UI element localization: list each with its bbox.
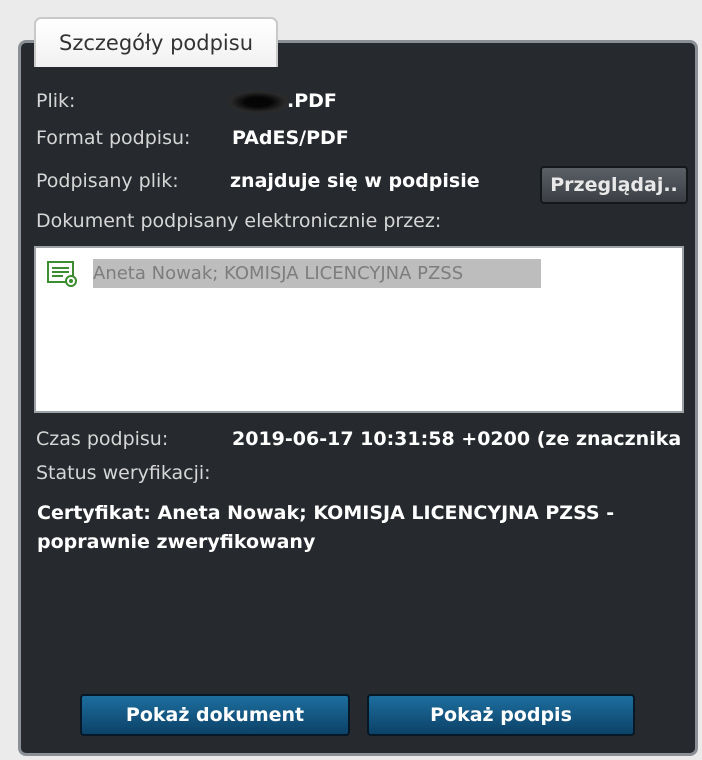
redacted-filename: [228, 91, 288, 113]
show-signature-button[interactable]: Pokaż podpis: [367, 694, 635, 736]
file-label: Plik:: [36, 90, 76, 112]
browse-button[interactable]: Przeglądaj..: [540, 166, 688, 204]
time-value: 2019-06-17 10:31:58 +0200 (ze znacznika: [232, 428, 682, 450]
signed-by-label: Dokument podpisany elektronicznie przez:: [36, 210, 442, 232]
verification-line-2: poprawnie zweryfikowany: [37, 531, 316, 553]
signed-file-value: znajduje się w podpisie: [230, 170, 480, 192]
file-value: .PDF: [287, 90, 337, 112]
certificate-icon: [47, 261, 77, 287]
signers-list[interactable]: Aneta Nowak; KOMISJA LICENCYJNA PZSS: [34, 246, 684, 413]
signed-file-label: Podpisany plik:: [36, 170, 179, 192]
signer-name: Aneta Nowak; KOMISJA LICENCYJNA PZSS: [93, 259, 541, 288]
status-label: Status weryfikacji:: [36, 462, 211, 484]
time-label: Czas podpisu:: [36, 428, 169, 450]
format-label: Format podpisu:: [36, 127, 191, 149]
show-document-button[interactable]: Pokaż dokument: [80, 694, 350, 736]
verification-line-1: Certyfikat: Aneta Nowak; KOMISJA LICENCY…: [37, 502, 615, 524]
verification-status: Certyfikat: Aneta Nowak; KOMISJA LICENCY…: [37, 499, 677, 557]
tab-signature-details[interactable]: Szczegóły podpisu: [34, 17, 278, 67]
format-value: PAdES/PDF: [232, 127, 349, 149]
